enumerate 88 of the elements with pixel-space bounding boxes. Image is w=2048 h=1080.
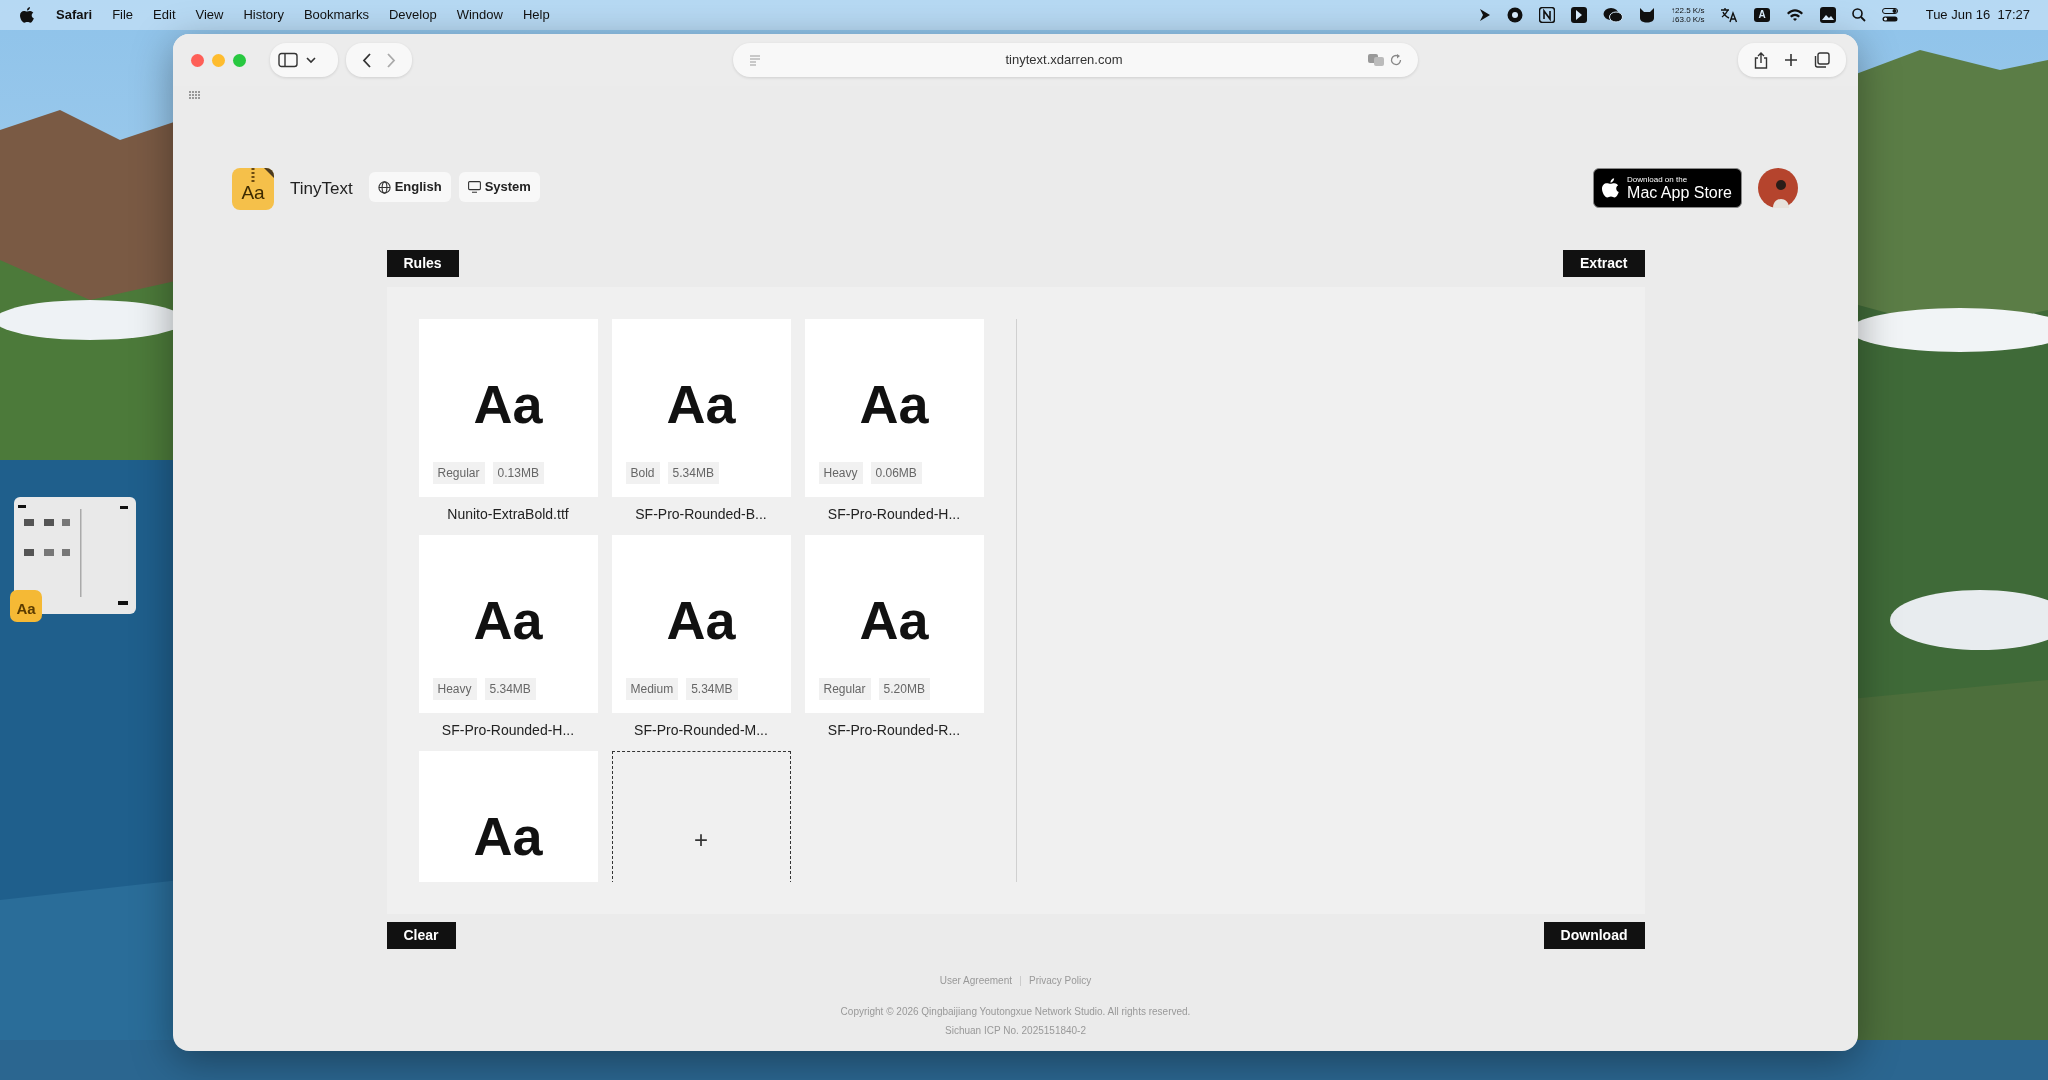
- screenshot-thumbnail-drawing[interactable]: [14, 497, 136, 614]
- new-tab-icon[interactable]: [1784, 53, 1798, 67]
- chevron-icon: [306, 56, 316, 64]
- size-tag: 5.34MB: [484, 678, 536, 700]
- globe-icon: [377, 180, 391, 194]
- font-sample: Aa: [472, 589, 544, 647]
- font-file-name: SF-Pro-Rounded-M...: [633, 721, 769, 740]
- font-card[interactable]: Aa Regular 5.20MB: [804, 535, 984, 713]
- icon-label: Aa: [16, 598, 36, 619]
- page-icon: [748, 54, 761, 66]
- font-card[interactable]: Aa Medium 5.34MB: [611, 535, 791, 713]
- font-sample: Aa: [472, 373, 544, 431]
- tabs-icon[interactable]: [1814, 52, 1830, 68]
- wechat-icon[interactable]: [1603, 7, 1624, 23]
- language-button[interactable]: English: [368, 172, 451, 202]
- logo-text: Aa: [241, 180, 265, 205]
- icp-text: Sichuan ICP No. 2025151840-2: [945, 1024, 1086, 1038]
- share-icon[interactable]: [1754, 51, 1768, 69]
- menu-item[interactable]: History: [233, 5, 294, 25]
- apple-icon: [1602, 178, 1620, 198]
- size-tag: 5.20MB: [878, 678, 930, 700]
- network-speed: ↓63.0 K/s: [1671, 15, 1705, 24]
- weight-tag: Medium: [625, 678, 679, 700]
- menu-item[interactable]: Window: [446, 5, 513, 25]
- font-card[interactable]: Aa Regular 0.13MB: [418, 319, 598, 497]
- control-center-icon[interactable]: [1881, 8, 1898, 22]
- sidebar-button[interactable]: [270, 43, 338, 77]
- size-tag: 0.06MB: [870, 462, 922, 484]
- font-sample: Aa: [665, 589, 737, 647]
- menu-item[interactable]: View: [185, 5, 234, 25]
- rules-button[interactable]: Rules: [386, 250, 459, 277]
- wifi-icon[interactable]: [1785, 8, 1804, 22]
- weight-tag: Heavy: [432, 678, 477, 700]
- add-font-button[interactable]: +: [611, 751, 791, 882]
- back-icon[interactable]: [362, 52, 371, 68]
- notes-icon[interactable]: [1539, 7, 1556, 23]
- input-source[interactable]: A: [1754, 8, 1770, 22]
- search-icon[interactable]: [1851, 8, 1866, 22]
- weight-tag: Regular: [432, 462, 485, 484]
- weight-tag: Regular: [818, 678, 871, 700]
- font-sample: Aa: [858, 373, 930, 431]
- play-icon[interactable]: [1479, 8, 1492, 22]
- zipper-icon: [251, 168, 274, 184]
- close-button[interactable]: [191, 53, 204, 67]
- app-store-badge[interactable]: Download on the Mac App Store: [1593, 168, 1742, 208]
- extract-button[interactable]: Extract: [1563, 250, 1645, 277]
- font-file-name: SF-Pro-Rounded-H...: [826, 505, 962, 524]
- clock[interactable]: Tue Jun 16 17:27: [1925, 5, 2030, 25]
- menu-item[interactable]: Help: [512, 5, 560, 25]
- font-file-name: SF-Pro-Rounded-B...: [634, 505, 768, 524]
- copyright-text: Copyright © 2026 Qingbaijiang Youtongxue Network Studio. All rights reserved.: [840, 1005, 1191, 1019]
- font-card[interactable]: Aa Heavy 0.06MB: [804, 319, 984, 497]
- font-card[interactable]: Aa: [418, 751, 598, 882]
- reload-icon[interactable]: [1389, 54, 1402, 66]
- app-menu[interactable]: Safari: [46, 5, 103, 25]
- download-button[interactable]: Download: [1543, 922, 1645, 949]
- sidebar-icon: [278, 52, 298, 68]
- app-logo[interactable]: Aa: [232, 168, 274, 210]
- theme-button[interactable]: System: [458, 172, 540, 202]
- app-name: TinyText: [290, 178, 353, 200]
- address-bar[interactable]: tinytext.xdarren.com: [732, 43, 1418, 77]
- menu-item[interactable]: File: [102, 5, 144, 25]
- weight-tag: Bold: [625, 462, 660, 484]
- url-text: tinytext.xdarren.com: [1004, 51, 1124, 70]
- font-file-name: Nunito-ExtraBold.ttf: [446, 505, 570, 524]
- size-tag: 5.34MB: [686, 678, 738, 700]
- badge-title: Mac App Store: [1627, 184, 1732, 201]
- cat-icon[interactable]: [1639, 7, 1656, 23]
- avatar[interactable]: [1758, 168, 1798, 208]
- menu-item[interactable]: Bookmarks: [293, 5, 379, 25]
- size-tag: 5.34MB: [667, 462, 719, 484]
- font-file-name: SF-Pro-Rounded-R...: [826, 721, 962, 740]
- font-sample: Aa: [858, 589, 930, 647]
- font-card[interactable]: Aa Bold 5.34MB: [611, 319, 791, 497]
- network-speed: ↑22.5 K/s: [1671, 6, 1705, 15]
- font-sample: Aa: [665, 373, 737, 431]
- font-card[interactable]: Aa Heavy 5.34MB: [418, 535, 598, 713]
- file-icon[interactable]: Aa: [10, 590, 42, 622]
- clear-button[interactable]: Clear: [386, 922, 456, 949]
- font-file-name: SF-Pro-Rounded-H...: [440, 721, 576, 740]
- monitor-icon: [467, 181, 481, 193]
- apple-icon[interactable]: [20, 7, 34, 23]
- weight-tag: Heavy: [818, 462, 863, 484]
- badge-caption: Download on the: [1627, 175, 1689, 184]
- font-sample: Aa: [472, 805, 544, 863]
- menu-item[interactable]: Edit: [143, 5, 186, 25]
- menu-item[interactable]: Develop: [378, 5, 447, 25]
- size-tag: 0.13MB: [492, 462, 544, 484]
